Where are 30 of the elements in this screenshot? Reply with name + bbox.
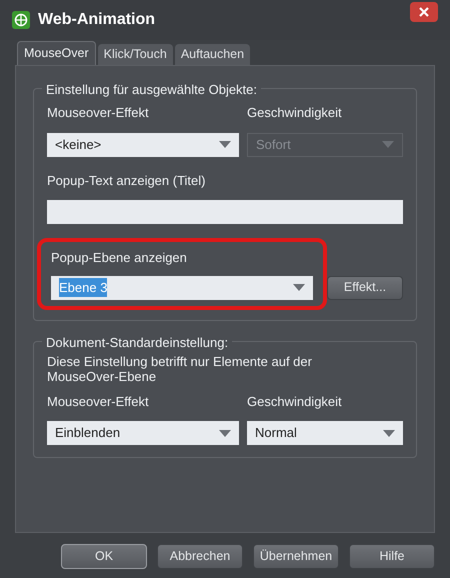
field-label: Popup-Text anzeigen (Titel)	[47, 172, 206, 190]
tab[interactable]: Klick/Touch	[98, 44, 173, 65]
window-title: Web-Animation	[38, 10, 156, 30]
dialog-button[interactable]: Abbrechen	[157, 544, 243, 569]
dropdown[interactable]: Normal	[247, 421, 403, 445]
dropdown[interactable]: Einblenden	[47, 421, 239, 445]
dialog-button[interactable]: Übernehmen	[253, 544, 339, 569]
dropdown[interactable]: Ebene 3	[51, 276, 313, 300]
caret-icon	[383, 430, 395, 436]
caret-icon	[382, 141, 394, 148]
caret-icon	[219, 141, 231, 148]
tab[interactable]: Auftauchen	[174, 44, 250, 65]
globe-icon	[12, 11, 30, 29]
dropdown[interactable]: <keine>	[47, 132, 239, 156]
field-label: Geschwindigkeit	[247, 104, 343, 122]
close-icon	[419, 7, 429, 17]
caret-icon	[293, 284, 305, 291]
field-label: Geschwindigkeit	[247, 392, 343, 411]
field-label: Mouseover-Effekt	[47, 392, 150, 410]
close-button[interactable]	[410, 2, 438, 22]
input-field[interactable]	[47, 200, 403, 224]
dialog-button[interactable]: Hilfe	[349, 544, 435, 569]
tab[interactable]: MouseOver	[17, 41, 96, 65]
dialog-button[interactable]: OK	[61, 544, 147, 569]
caret-icon	[219, 430, 231, 436]
dropdown-value: Ebene 3	[59, 278, 108, 298]
note-text: Diese Einstellung betrifft nur Elemente auf der MouseOver-Ebene	[47, 354, 313, 384]
effect-button[interactable]: Effekt...	[327, 276, 403, 300]
field-label: Popup-Ebene anzeigen	[51, 249, 188, 267]
field-label: Mouseover-Effekt	[47, 104, 150, 122]
